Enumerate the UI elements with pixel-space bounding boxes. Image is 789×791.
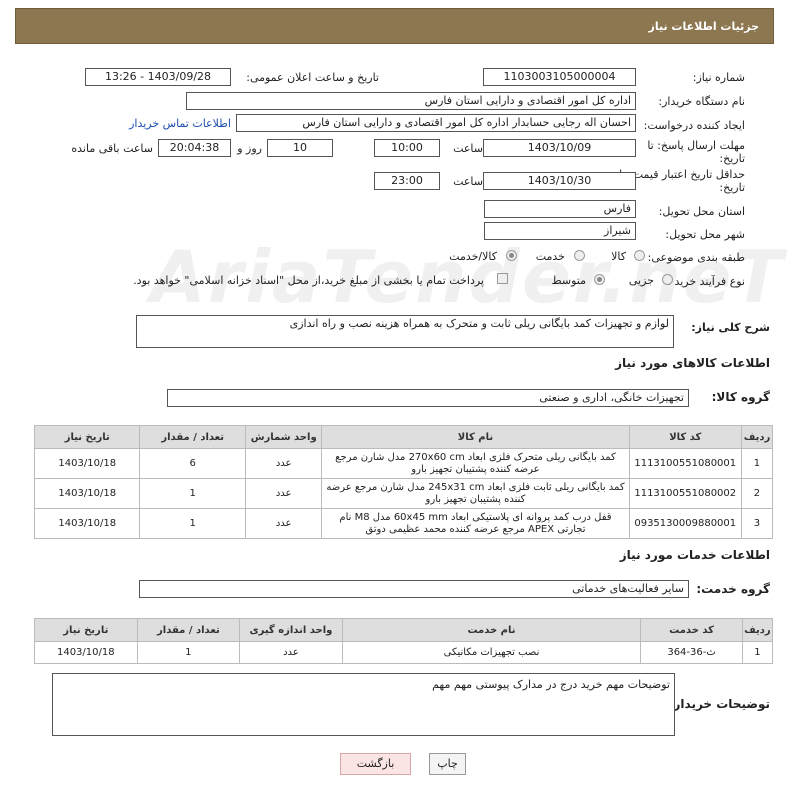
services-col-row: ردیف bbox=[741, 618, 774, 642]
goods-cell-name: قفل درب کمد پروانه ای پلاستیکی ابعاد 60x… bbox=[321, 508, 630, 539]
buyer-notes-field: توضیحات مهم خرید درج در مدارک پیوستی مهم… bbox=[52, 673, 675, 736]
goods-group-label: گروه کالا: bbox=[711, 390, 770, 404]
buyer-field: اداره کل امور اقتصادی و دارایی استان فار… bbox=[186, 92, 636, 110]
days-field: 10 bbox=[267, 139, 333, 157]
services-cell-qty: 1 bbox=[136, 641, 241, 664]
goods-group-field: تجهیزات خانگی، اداری و صنعتی bbox=[167, 389, 689, 407]
deadline-time-field: 10:00 bbox=[374, 139, 440, 157]
validity-time-field: 23:00 bbox=[374, 172, 440, 190]
category-goods-label: کالا bbox=[611, 250, 626, 263]
table-row: 3 0935130009880001 قفل درب کمد پروانه ای… bbox=[33, 508, 774, 539]
goods-cell-qty: 1 bbox=[139, 478, 246, 509]
province-field: فارس bbox=[484, 200, 636, 218]
purchase-minor-radio[interactable] bbox=[662, 274, 673, 285]
services-group-label: گروه خدمت: bbox=[696, 582, 770, 596]
goods-col-qty: تعداد / مقدار bbox=[139, 425, 246, 449]
category-service-label: خدمت bbox=[535, 250, 565, 263]
announce-datetime-field: 1403/09/28 - 13:26 bbox=[85, 68, 231, 86]
remaining-label: ساعت باقی مانده bbox=[71, 142, 153, 155]
category-goods-radio[interactable] bbox=[634, 250, 645, 261]
treasury-payment-checkbox[interactable] bbox=[497, 273, 508, 284]
goods-col-name: نام کالا bbox=[321, 425, 630, 449]
purchase-type-label: نوع فرآیند خرید : bbox=[667, 275, 745, 288]
goods-cell-row: 1 bbox=[740, 448, 774, 479]
buyer-label: نام دستگاه خریدار: bbox=[658, 95, 745, 108]
goods-cell-qty: 1 bbox=[139, 508, 246, 539]
services-col-name: نام خدمت bbox=[341, 618, 642, 642]
validity-time-label: ساعت bbox=[453, 175, 483, 188]
goods-cell-name: کمد بایگانی ریلی ثابت فلزی ابعاد 245x31 … bbox=[321, 478, 630, 509]
goods-cell-code: 0935130009880001 bbox=[628, 508, 742, 539]
goods-cell-date: 1403/10/18 bbox=[33, 478, 141, 509]
creator-field: احسان اله رجایی حسابدار اداره کل امور اق… bbox=[236, 114, 636, 132]
goods-cell-qty: 6 bbox=[139, 448, 246, 479]
need-number-label: شماره نیاز: bbox=[692, 71, 745, 84]
services-group-field: سایر فعالیت‌های خدماتی bbox=[139, 580, 689, 598]
back-button[interactable]: بازگشت bbox=[340, 753, 411, 775]
purchase-medium-radio[interactable] bbox=[594, 274, 605, 285]
services-col-code: کد خدمت bbox=[640, 618, 743, 642]
services-col-qty: تعداد / مقدار bbox=[136, 618, 241, 642]
purchase-minor-label: جزیی bbox=[628, 274, 654, 287]
goods-cell-date: 1403/10/18 bbox=[33, 448, 141, 479]
validity-date-field: 1403/10/30 bbox=[483, 172, 636, 190]
services-cell-unit: عدد bbox=[239, 641, 343, 664]
goods-section-title: اطلاعات کالاهای مورد نیاز bbox=[615, 356, 770, 370]
need-number-field: 1103003105000004 bbox=[483, 68, 636, 86]
table-row: 2 1113100551080002 کمد بایگانی ریلی ثابت… bbox=[33, 478, 774, 509]
services-col-unit: واحد اندازه گیری bbox=[239, 618, 343, 642]
category-goods-service-radio[interactable] bbox=[506, 250, 517, 261]
validity-label: حداقل تاریخ اعتبار قیمت: تا bbox=[619, 168, 745, 181]
description-field: لوازم و تجهیزات کمد بایگانی ریلی ثابت و … bbox=[136, 315, 674, 348]
services-table: ردیف کد خدمت نام خدمت واحد اندازه گیری ت… bbox=[34, 618, 774, 664]
goods-cell-date: 1403/10/18 bbox=[33, 508, 141, 539]
goods-cell-row: 2 bbox=[740, 478, 774, 509]
goods-col-code: کد کالا bbox=[628, 425, 742, 449]
purchase-medium-label: متوسط bbox=[551, 274, 586, 287]
goods-cell-row: 3 bbox=[740, 508, 774, 539]
deadline-time-label: ساعت bbox=[453, 142, 483, 155]
remaining-time-field: 20:04:38 bbox=[158, 139, 231, 157]
deadline-date-field: 1403/10/09 bbox=[483, 139, 636, 157]
deadline-date-label: تاریخ: bbox=[719, 152, 745, 165]
goods-cell-unit: عدد bbox=[244, 508, 323, 539]
goods-cell-code: 1113100551080001 bbox=[628, 448, 742, 479]
category-goods-service-label: کالا/خدمت bbox=[449, 250, 497, 263]
table-row: 1 ث-36-364 نصب تجهیزات مکانیکی عدد 1 140… bbox=[34, 641, 774, 664]
category-label: طبقه بندی موضوعی: bbox=[647, 251, 745, 264]
buyer-contact-link[interactable]: اطلاعات تماس خریدار bbox=[129, 117, 231, 130]
services-cell-row: 1 bbox=[741, 641, 774, 664]
goods-table: ردیف کد کالا نام کالا واحد شمارش تعداد /… bbox=[33, 425, 774, 539]
services-cell-date: 1403/10/18 bbox=[34, 641, 138, 664]
category-service-radio[interactable] bbox=[574, 250, 585, 261]
goods-cell-unit: عدد bbox=[244, 478, 323, 509]
services-cell-code: ث-36-364 bbox=[640, 641, 743, 664]
city-label: شهر محل تحویل: bbox=[665, 228, 745, 241]
services-section-title: اطلاعات خدمات مورد نیاز bbox=[619, 548, 770, 562]
deadline-label: مهلت ارسال پاسخ: تا bbox=[647, 139, 745, 152]
creator-label: ایجاد کننده درخواست: bbox=[643, 119, 745, 132]
services-cell-name: نصب تجهیزات مکانیکی bbox=[341, 641, 642, 664]
goods-cell-name: کمد بایگانی ریلی متحرک فلزی ابعاد 270x60… bbox=[321, 448, 630, 479]
description-label: شرح کلی نیاز: bbox=[691, 321, 770, 334]
goods-cell-code: 1113100551080002 bbox=[628, 478, 742, 509]
treasury-payment-note: پرداخت تمام یا بخشی از مبلغ خرید،از محل … bbox=[133, 274, 484, 287]
goods-col-unit: واحد شمارش bbox=[244, 425, 323, 449]
announce-label: تاریخ و ساعت اعلان عمومی: bbox=[246, 71, 379, 84]
goods-col-row: ردیف bbox=[740, 425, 774, 449]
validity-date-label: تاریخ: bbox=[719, 181, 745, 194]
print-button[interactable]: چاپ bbox=[429, 753, 466, 775]
province-label: استان محل تحویل: bbox=[658, 205, 745, 218]
services-col-date: تاریخ نیاز bbox=[34, 618, 138, 642]
page-header: جزئیات اطلاعات نیاز bbox=[15, 8, 774, 44]
buyer-notes-label: توضیحات خریدار: bbox=[668, 697, 770, 711]
goods-col-date: تاریخ نیاز bbox=[33, 425, 141, 449]
table-row: 1 1113100551080001 کمد بایگانی ریلی متحر… bbox=[33, 448, 774, 479]
days-label: روز و bbox=[237, 142, 262, 155]
page-title: جزئیات اطلاعات نیاز bbox=[648, 20, 760, 33]
city-field: شیراز bbox=[484, 222, 636, 240]
goods-cell-unit: عدد bbox=[244, 448, 323, 479]
